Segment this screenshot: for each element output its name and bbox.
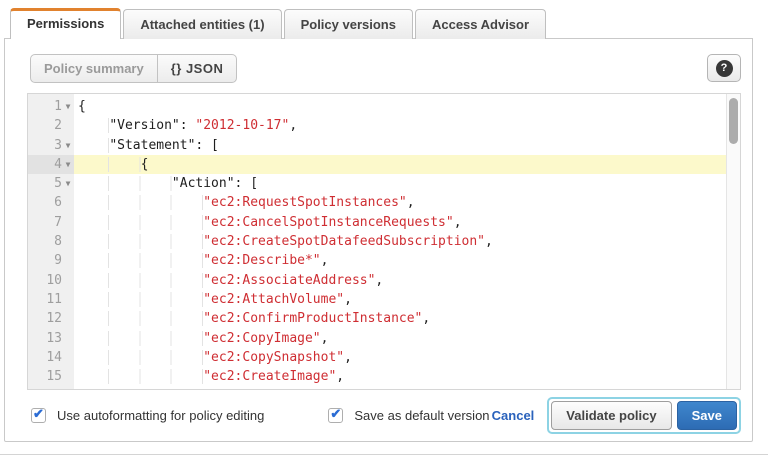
line-number-cell: 1▼	[28, 97, 74, 116]
line-number: 1	[54, 97, 62, 116]
line-number-cell: 2▼	[28, 116, 74, 135]
save-default-version-label: Save as default version	[354, 408, 489, 423]
line-number: 6	[54, 193, 62, 212]
editor-line[interactable]: 1▼{	[28, 97, 740, 116]
line-number-cell: 6▼	[28, 193, 74, 212]
help-icon: ?	[716, 60, 733, 77]
tab-attached-entities-1[interactable]: Attached entities (1)	[123, 9, 281, 39]
fold-arrow-icon[interactable]: ▼	[62, 155, 74, 174]
line-number-cell: 11▼	[28, 290, 74, 309]
editor-line[interactable]: 12▼ "ec2:ConfirmProductInstance",	[28, 309, 740, 328]
line-number-cell: 15▼	[28, 367, 74, 386]
fold-arrow-icon[interactable]: ▼	[62, 174, 74, 193]
iam-policy-editor-page: PermissionsAttached entities (1)Policy v…	[0, 0, 768, 460]
tab-permissions[interactable]: Permissions	[10, 8, 121, 39]
editor-line[interactable]: 14▼ "ec2:CopySnapshot",	[28, 348, 740, 367]
editor-line[interactable]: 2▼ "Version": "2012-10-17",	[28, 116, 740, 135]
autoformat-checkbox[interactable]	[31, 408, 46, 423]
line-number: 7	[54, 213, 62, 232]
code-line[interactable]: "ec2:CancelSpotInstanceRequests",	[74, 213, 740, 232]
line-number-cell: 13▼	[28, 329, 74, 348]
line-number-cell: 10▼	[28, 271, 74, 290]
code-line[interactable]: "ec2:RequestSpotInstances",	[74, 193, 740, 212]
editor-footer: Use autoformatting for policy editing Sa…	[27, 390, 741, 441]
line-number: 8	[54, 232, 62, 251]
json-policy-editor[interactable]: 1▼{2▼ "Version": "2012-10-17",3▼ "Statem…	[27, 93, 741, 390]
save-button[interactable]: Save	[677, 401, 737, 430]
code-line[interactable]: "ec2:CopySnapshot",	[74, 348, 740, 367]
code-line[interactable]: {	[74, 97, 740, 116]
view-switcher: Policy summary {} JSON	[30, 54, 237, 83]
editor-toolbar: Policy summary {} JSON ?	[27, 54, 741, 82]
line-number-cell: 9▼	[28, 251, 74, 270]
line-number: 2	[54, 116, 62, 135]
line-number: 13	[46, 329, 62, 348]
editor-line[interactable]: 7▼ "ec2:CancelSpotInstanceRequests",	[28, 213, 740, 232]
code-line[interactable]: "ec2:CopyImage",	[74, 329, 740, 348]
code-line[interactable]: "Statement": [	[74, 136, 740, 155]
editor-line[interactable]: 13▼ "ec2:CopyImage",	[28, 329, 740, 348]
editor-line[interactable]: 11▼ "ec2:AttachVolume",	[28, 290, 740, 309]
line-number: 12	[46, 309, 62, 328]
code-line[interactable]: "ec2:AttachVolume",	[74, 290, 740, 309]
line-number: 5	[54, 174, 62, 193]
editor-line[interactable]: 6▼ "ec2:RequestSpotInstances",	[28, 193, 740, 212]
editor-line[interactable]: 9▼ "ec2:Describe*",	[28, 251, 740, 270]
help-button[interactable]: ?	[707, 54, 741, 82]
code-line[interactable]: "ec2:AssociateAddress",	[74, 271, 740, 290]
line-number-cell: 4▼	[28, 155, 74, 174]
line-number-cell: 3▼	[28, 136, 74, 155]
save-default-version-checkbox[interactable]	[328, 408, 343, 423]
fold-arrow-icon[interactable]: ▼	[62, 97, 74, 116]
code-line[interactable]: "Action": [	[74, 174, 740, 193]
policy-panel: Policy summary {} JSON ? 1▼{2▼ "Version"…	[4, 38, 753, 442]
line-number-cell: 5▼	[28, 174, 74, 193]
editor-scrollbar[interactable]	[726, 94, 740, 389]
cancel-link[interactable]: Cancel	[492, 408, 535, 423]
editor-line[interactable]: 3▼ "Statement": [	[28, 136, 740, 155]
code-line[interactable]: "Version": "2012-10-17",	[74, 116, 740, 135]
line-number-cell: 12▼	[28, 309, 74, 328]
line-number: 15	[46, 367, 62, 386]
code-line[interactable]: "ec2:ConfirmProductInstance",	[74, 309, 740, 328]
action-buttons-focus-group: Validate policy Save	[547, 397, 741, 434]
tab-access-advisor[interactable]: Access Advisor	[415, 9, 546, 39]
line-number-cell: 7▼	[28, 213, 74, 232]
line-number: 10	[46, 271, 62, 290]
line-number: 11	[46, 290, 62, 309]
json-view-button[interactable]: {} JSON	[157, 55, 237, 82]
editor-line[interactable]: 8▼ "ec2:CreateSpotDatafeedSubscription",	[28, 232, 740, 251]
editor-line[interactable]: 4▼ {	[28, 155, 740, 174]
scrollbar-thumb[interactable]	[729, 98, 738, 144]
line-number: 14	[46, 348, 62, 367]
line-number: 3	[54, 136, 62, 155]
editor-line[interactable]: 10▼ "ec2:AssociateAddress",	[28, 271, 740, 290]
policy-summary-button[interactable]: Policy summary	[31, 55, 157, 82]
page-divider	[0, 454, 768, 455]
line-number-cell: 8▼	[28, 232, 74, 251]
validate-policy-button[interactable]: Validate policy	[551, 401, 671, 430]
fold-arrow-icon[interactable]: ▼	[62, 136, 74, 155]
code-line[interactable]: "ec2:CreateSpotDatafeedSubscription",	[74, 232, 740, 251]
editor-rows: 1▼{2▼ "Version": "2012-10-17",3▼ "Statem…	[28, 94, 740, 389]
line-number: 9	[54, 251, 62, 270]
code-line[interactable]: "ec2:CreateImage",	[74, 367, 740, 386]
code-line[interactable]: {	[74, 155, 740, 174]
editor-line[interactable]: 5▼ "Action": [	[28, 174, 740, 193]
autoformat-label: Use autoformatting for policy editing	[57, 408, 264, 423]
tab-bar: PermissionsAttached entities (1)Policy v…	[0, 0, 768, 38]
line-number: 4	[54, 155, 62, 174]
line-number-cell: 14▼	[28, 348, 74, 367]
code-line[interactable]: "ec2:Describe*",	[74, 251, 740, 270]
editor-line[interactable]: 15▼ "ec2:CreateImage",	[28, 367, 740, 386]
tab-policy-versions[interactable]: Policy versions	[284, 9, 413, 39]
